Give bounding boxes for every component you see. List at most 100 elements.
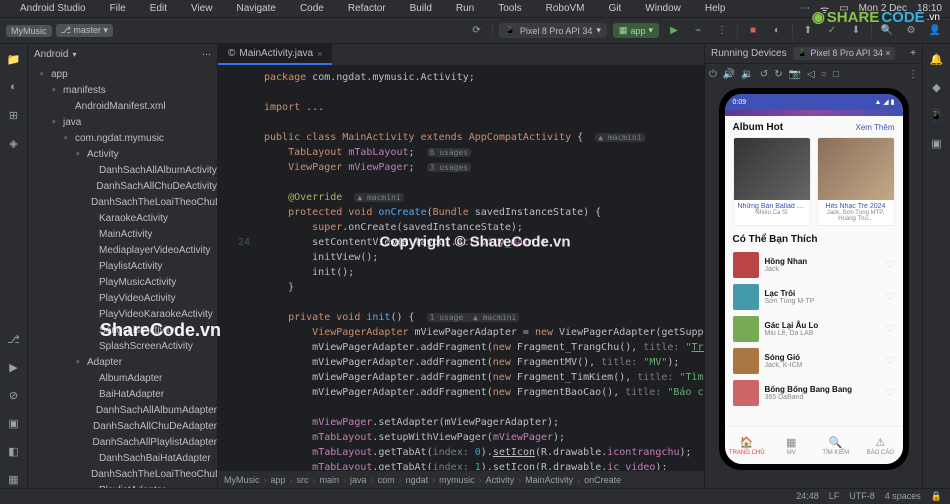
- rotate-right-icon[interactable]: ↻: [774, 69, 782, 80]
- menu-tools[interactable]: Tools: [498, 3, 521, 14]
- tree-item[interactable]: PlaylistAdapter: [28, 482, 217, 488]
- tree-item[interactable]: ▾Activity: [28, 146, 217, 162]
- tree-item[interactable]: MainActivity: [28, 226, 217, 242]
- power-icon[interactable]: ⏻: [709, 69, 717, 80]
- tree-item[interactable]: AndroidManifest.xml: [28, 98, 217, 114]
- tree-item[interactable]: SongsListActivity: [28, 322, 217, 338]
- nav-mv[interactable]: ▦MV: [769, 427, 814, 464]
- charset[interactable]: UTF-8: [849, 491, 875, 502]
- breadcrumb[interactable]: MyMusic › app › src › main › java › com …: [218, 470, 704, 488]
- song-item[interactable]: Bống Bống Bang Bang365 DaBand♡: [733, 377, 895, 409]
- tree-item[interactable]: KaraokeActivity: [28, 210, 217, 226]
- vol-up-icon[interactable]: 🔊: [723, 69, 735, 80]
- breadcrumb-item[interactable]: com: [378, 475, 395, 485]
- tree-item[interactable]: PlayMusicActivity: [28, 274, 217, 290]
- nav-báo cáo[interactable]: ⚠BÁO CÁO: [858, 427, 903, 464]
- tree-item[interactable]: PlaylistActivity: [28, 258, 217, 274]
- more-emu-icon[interactable]: ⋮: [908, 69, 918, 80]
- tree-item[interactable]: SplashScreenActivity: [28, 338, 217, 354]
- tree-item[interactable]: DanhSachBaiHatAdapter: [28, 450, 217, 466]
- breadcrumb-item[interactable]: src: [297, 475, 309, 485]
- tree-item[interactable]: DanhSachAllChuDeAdapter: [28, 418, 217, 434]
- tree-item[interactable]: DanhSachAllChuDeActivity: [28, 178, 217, 194]
- terminal-icon[interactable]: ▣: [5, 414, 23, 432]
- breadcrumb-item[interactable]: mymusic: [439, 475, 475, 485]
- emulator-icon[interactable]: ▣: [928, 134, 946, 152]
- tree-item[interactable]: ▾Adapter: [28, 354, 217, 370]
- nav-tìm kiếm[interactable]: 🔍TÌM KIẾM: [814, 427, 859, 464]
- tree-item[interactable]: PlayVideoKaraokeActivity: [28, 306, 217, 322]
- breadcrumb-item[interactable]: MainActivity: [525, 475, 573, 485]
- back-icon[interactable]: ◁: [807, 69, 815, 80]
- editor-tab[interactable]: © MainActivity.java ×: [218, 44, 332, 65]
- heart-icon[interactable]: ♡: [886, 356, 895, 367]
- code-area[interactable]: package com.ngdat.mymusic.Activity; impo…: [258, 66, 704, 470]
- breadcrumb-item[interactable]: java: [350, 475, 367, 485]
- notifications-icon[interactable]: 🔔: [928, 50, 946, 68]
- nav-trang chủ[interactable]: 🏠TRANG CHỦ: [725, 427, 770, 464]
- overview-icon[interactable]: □: [833, 69, 839, 80]
- song-item[interactable]: Lạc TrôiSơn Tùng M-TP♡: [733, 281, 895, 313]
- screenshot-icon[interactable]: 📷: [789, 69, 801, 80]
- gradle-icon[interactable]: ◆: [928, 78, 946, 96]
- breadcrumb-item[interactable]: main: [320, 475, 340, 485]
- menu-code[interactable]: Code: [300, 3, 324, 14]
- readonly-icon[interactable]: 🔒: [931, 491, 942, 502]
- device-manager-icon[interactable]: 📱: [928, 106, 946, 124]
- heart-icon[interactable]: ♡: [886, 260, 895, 271]
- tree-item[interactable]: MediaplayerVideoActivity: [28, 242, 217, 258]
- resource-icon[interactable]: ◐: [5, 78, 23, 96]
- menu-edit[interactable]: Edit: [150, 3, 167, 14]
- tree-item[interactable]: PlayVideoActivity: [28, 290, 217, 306]
- cursor-pos[interactable]: 24:48: [796, 491, 819, 502]
- heart-icon[interactable]: ♡: [886, 324, 895, 335]
- menu-file[interactable]: File: [110, 3, 126, 14]
- menu-window[interactable]: Window: [645, 3, 681, 14]
- song-item[interactable]: Hồng NhanJack♡: [733, 249, 895, 281]
- breadcrumb-item[interactable]: MyMusic: [224, 475, 260, 485]
- rotate-left-icon[interactable]: ↺: [760, 69, 768, 80]
- see-more-link[interactable]: Xem Thêm: [856, 123, 895, 132]
- run-icon[interactable]: ▶: [665, 22, 683, 40]
- logcat-icon[interactable]: ◧: [5, 442, 23, 460]
- tree-item[interactable]: DanhSachTheLoaiTheoChuDeAdapter: [28, 466, 217, 482]
- tree-item[interactable]: BaiHatAdapter: [28, 386, 217, 402]
- tree-item[interactable]: ▾manifests: [28, 82, 217, 98]
- tree-item[interactable]: ▾java: [28, 114, 217, 130]
- bookmark-icon[interactable]: ◈: [5, 134, 23, 152]
- project-selector[interactable]: MyMusic: [6, 25, 52, 37]
- device-selector[interactable]: 📱 Pixel 8 Pro API 34 ▾: [499, 23, 607, 38]
- profile-icon[interactable]: ◐: [768, 22, 786, 40]
- menu-android-studio[interactable]: Android Studio: [20, 3, 86, 14]
- sync-icon[interactable]: ⟳: [468, 22, 486, 40]
- project-tool-icon[interactable]: 📁: [5, 50, 23, 68]
- tree-item[interactable]: DanhSachAllPlaylistAdapter: [28, 434, 217, 450]
- branch-selector[interactable]: ⎇ master ▾: [56, 24, 113, 37]
- debug-icon[interactable]: ⌁: [689, 22, 707, 40]
- breadcrumb-item[interactable]: ngdat: [406, 475, 429, 485]
- run-config[interactable]: ▦ app ▾: [613, 23, 659, 38]
- song-item[interactable]: Gác Lại Âu LoMiu Lê, Da LAB♡: [733, 313, 895, 345]
- problems-icon[interactable]: ⊘: [5, 386, 23, 404]
- heart-icon[interactable]: ♡: [886, 292, 895, 303]
- run-tool-icon[interactable]: ▶: [5, 358, 23, 376]
- indent[interactable]: 4 spaces: [885, 491, 921, 502]
- tree-item[interactable]: ▾app: [28, 66, 217, 82]
- tree-item[interactable]: AlbumAdapter: [28, 370, 217, 386]
- structure-icon[interactable]: ⊞: [5, 106, 23, 124]
- add-device-icon[interactable]: +: [910, 48, 916, 59]
- breadcrumb-item[interactable]: onCreate: [584, 475, 621, 485]
- menu-help[interactable]: Help: [705, 3, 726, 14]
- tree-item[interactable]: DanhSachTheLoaiTheoChuDeActivity: [28, 194, 217, 210]
- phone-screen[interactable]: 0:09▲ ◢ ▮ Album Hot Xem Thêm Những Bản B…: [725, 94, 903, 464]
- menu-refactor[interactable]: Refactor: [348, 3, 386, 14]
- heart-icon[interactable]: ♡: [886, 388, 895, 399]
- line-sep[interactable]: LF: [829, 491, 840, 502]
- project-header[interactable]: Android▾ ⋯: [28, 44, 217, 64]
- menu-navigate[interactable]: Navigate: [236, 3, 275, 14]
- git-tool-icon[interactable]: ⎇: [5, 330, 23, 348]
- album-card[interactable]: Hits Nhạc Trẻ 2024Jack, Sơn Tùng MTP, Ho…: [817, 137, 895, 226]
- stop-icon[interactable]: ■: [744, 22, 762, 40]
- song-item[interactable]: Sóng GióJack, K-ICM♡: [733, 345, 895, 377]
- menu-robovm[interactable]: RoboVM: [546, 3, 585, 14]
